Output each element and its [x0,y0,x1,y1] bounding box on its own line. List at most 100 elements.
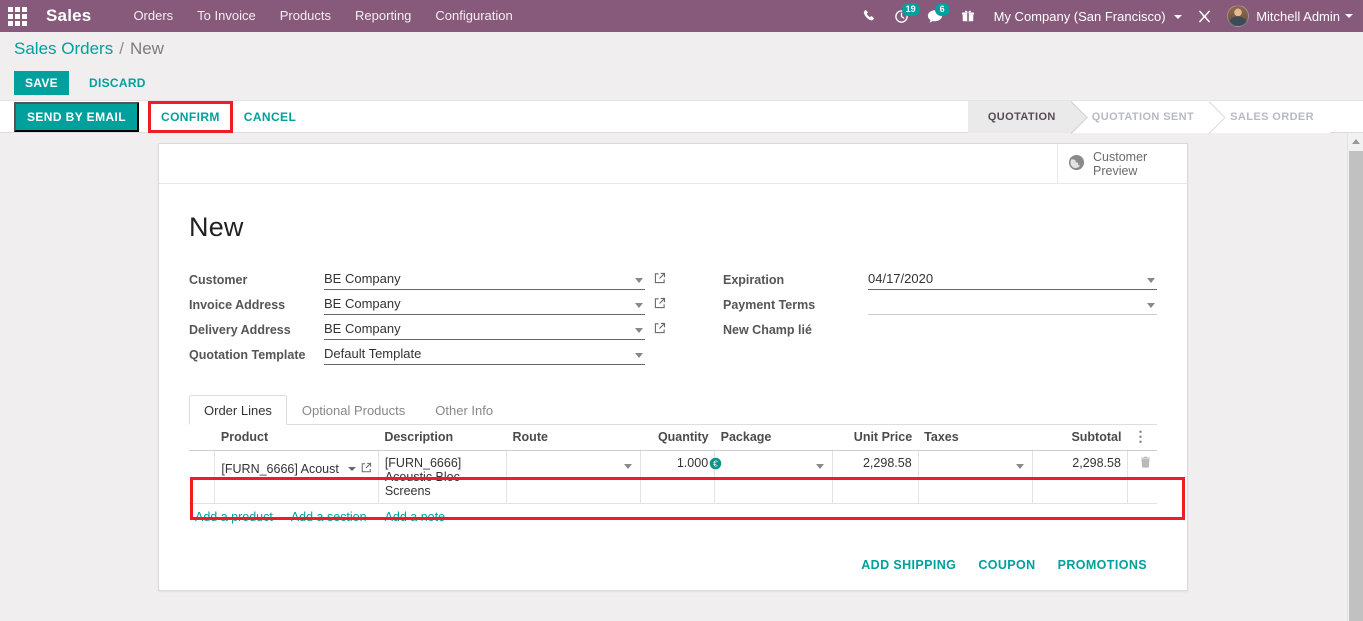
delivery-address-internal-link-icon[interactable] [653,322,673,340]
customer-internal-link-icon[interactable] [653,272,673,290]
navbar-right-tools: 19 6 My Company (San Francisco) Mitchell… [853,0,1363,32]
customer-input[interactable]: BE Company [324,271,645,290]
status-stage-quotation[interactable]: QUOTATION [967,101,1072,133]
menu-item-reporting[interactable]: Reporting [343,0,423,32]
record-action-bar: SEND BY EMAIL CONFIRM CANCEL QUOTATION Q… [0,100,1363,133]
user-menu-label: Mitchell Admin [1256,8,1340,24]
chevron-down-icon[interactable] [635,353,643,358]
scroll-up-arrow-icon[interactable] [1348,133,1363,150]
unit-price-value: 2,298.58 [862,456,912,470]
cell-package[interactable]: € [709,450,834,504]
external-link-icon[interactable] [360,462,372,477]
column-quantity[interactable]: Quantity [640,425,715,451]
confirm-button[interactable]: CONFIRM [148,100,233,133]
activity-clock-icon[interactable]: 19 [885,0,920,32]
cell-quantity[interactable]: 1.000 [639,450,716,504]
add-line-links: Add a product Add a section Add a note [189,504,1157,528]
trash-icon[interactable] [1140,456,1151,471]
field-row-delivery-address: Delivery Address BE Company [189,315,673,340]
cell-delete[interactable] [1126,450,1157,504]
status-stage-quotation-sent[interactable]: QUOTATION SENT [1071,101,1211,133]
tab-optional-products[interactable]: Optional Products [287,395,420,425]
company-selector-label: My Company (San Francisco) [993,8,1166,24]
quotation-template-input[interactable]: Default Template [324,346,645,365]
invoice-address-internal-link-icon[interactable] [653,297,673,315]
menu-item-orders[interactable]: Orders [121,0,185,32]
column-description[interactable]: Description [378,425,507,451]
globe-icon [1068,154,1085,174]
add-a-note-link[interactable]: Add a note [385,510,445,524]
promotions-button[interactable]: PROMOTIONS [1058,558,1147,572]
tab-order-lines[interactable]: Order Lines [189,395,287,425]
column-package[interactable]: Package [714,425,833,451]
form-column-left: Customer BE Company Invoice Address BE C… [189,265,673,365]
cell-product[interactable]: [FURN_6666] Acoust [214,450,379,504]
app-brand-title[interactable]: Sales [46,6,91,26]
chevron-down-icon [1174,15,1183,20]
cell-route[interactable] [506,450,641,504]
chevron-down-icon[interactable] [635,328,643,333]
discard-button[interactable]: DISCARD [83,71,152,95]
field-label-quotation-template: Quotation Template [189,348,306,362]
coupon-button[interactable]: COUPON [978,558,1035,572]
chevron-down-icon[interactable] [1147,278,1155,283]
menu-item-products[interactable]: Products [268,0,343,32]
quotation-template-value: Default Template [324,346,422,361]
chevron-down-icon[interactable] [1147,303,1155,308]
cancel-button[interactable]: CANCEL [234,104,306,130]
column-unit-price[interactable]: Unit Price [832,425,919,451]
expiration-input[interactable]: 04/17/2020 [868,271,1157,290]
tab-other-info[interactable]: Other Info [420,395,508,425]
add-shipping-button[interactable]: ADD SHIPPING [861,558,956,572]
vertical-scrollbar[interactable] [1347,133,1363,621]
send-by-email-button[interactable]: SEND BY EMAIL [14,101,139,132]
invoice-address-input[interactable]: BE Company [324,296,645,315]
add-a-section-link[interactable]: Add a section [291,510,367,524]
gift-icon[interactable] [952,0,984,32]
save-button[interactable]: SAVE [14,71,69,95]
delivery-address-input[interactable]: BE Company [324,321,645,340]
cell-description[interactable]: [FURN_6666] Acoustic Bloc Screens [377,450,508,504]
customer-preview-line2: Preview [1093,163,1138,178]
chevron-down-icon[interactable] [347,467,356,471]
user-menu[interactable]: Mitchell Admin [1221,5,1353,27]
chevron-down-icon[interactable] [816,464,825,469]
product-value: [FURN_6666] Acoust [221,462,339,476]
debug-wrench-icon[interactable] [1188,0,1221,32]
cell-unit-price[interactable]: 2,298.58 [832,450,919,504]
customer-preview-button[interactable]: Customer Preview [1057,144,1187,183]
messages-icon[interactable]: 6 [918,0,952,32]
column-subtotal[interactable]: Subtotal [1032,425,1128,451]
field-label-delivery-address: Delivery Address [189,323,291,337]
chevron-down-icon[interactable] [1015,464,1024,469]
top-navbar: Sales Orders To Invoice Products Reporti… [0,0,1363,32]
new-champ-lie-value[interactable] [868,321,1157,340]
status-bar: QUOTATION QUOTATION SENT SALES ORDER [967,101,1330,133]
company-selector[interactable]: My Company (San Francisco) [984,9,1189,24]
chevron-down-icon[interactable] [623,464,632,469]
column-product[interactable]: Product [214,425,379,451]
customer-value: BE Company [324,271,401,286]
apps-grid-icon[interactable] [0,0,34,32]
stat-button-box: Customer Preview [159,144,1187,184]
cell-taxes[interactable] [917,450,1033,504]
status-stage-sales-order[interactable]: SALES ORDER [1210,101,1330,133]
payment-terms-input[interactable] [868,296,1157,315]
menu-item-to-invoice[interactable]: To Invoice [185,0,268,32]
row-drag-handle[interactable] [189,450,216,504]
field-row-expiration: Expiration 04/17/2020 [723,265,1157,290]
add-a-product-link[interactable]: Add a product [195,510,273,524]
column-taxes[interactable]: Taxes [918,425,1033,451]
form-content-area: Customer Preview New Customer BE Company [0,133,1363,621]
phone-icon[interactable] [853,0,885,32]
breadcrumb-sales-orders[interactable]: Sales Orders [14,39,113,59]
chevron-down-icon[interactable] [635,278,643,283]
table-row[interactable]: [FURN_6666] Acoust [FURN_6666] Acoustic … [189,450,1157,504]
field-label-invoice-address: Invoice Address [189,298,286,312]
subtotal-value: 2,298.58 [1072,456,1121,470]
chevron-down-icon[interactable] [635,303,643,308]
column-options-icon[interactable]: ⋮ [1127,425,1157,451]
scrollbar-thumb[interactable] [1349,151,1363,621]
column-route[interactable]: Route [506,425,641,451]
menu-item-configuration[interactable]: Configuration [423,0,524,32]
